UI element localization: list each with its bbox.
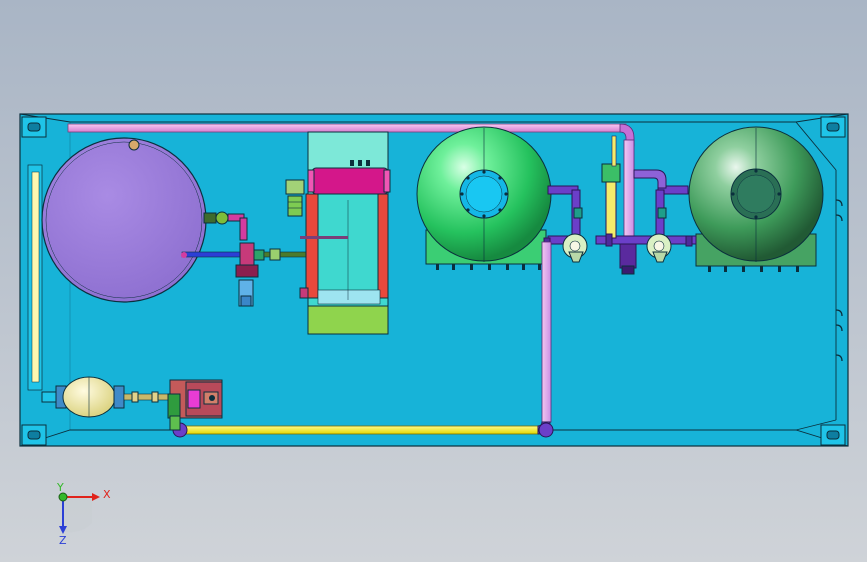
corner-casting-top-left: [21, 116, 47, 138]
cad-model-view[interactable]: X Y Z: [0, 0, 867, 562]
inlet-fitting[interactable]: [285, 179, 305, 217]
pipe-riser-pink[interactable]: [541, 241, 552, 423]
pressure-vessel-right[interactable]: [688, 126, 824, 272]
axis-triad: X Y Z: [56, 481, 111, 547]
x-axis-arrowhead: [92, 493, 100, 501]
y-axis-marker: [58, 492, 68, 502]
y-axis-label: Y: [56, 481, 64, 494]
filter-unit[interactable]: [299, 131, 391, 335]
x-axis-label: X: [103, 488, 111, 501]
cad-viewport[interactable]: X Y Z: [0, 0, 867, 562]
corner-casting-bottom-right: [820, 424, 846, 446]
corner-casting-bottom-left: [21, 424, 47, 446]
round-storage-tank[interactable]: [41, 137, 207, 303]
pressure-vessel-left[interactable]: [416, 126, 552, 270]
z-axis-label: Z: [59, 534, 67, 547]
corner-casting-top-right: [820, 116, 846, 138]
